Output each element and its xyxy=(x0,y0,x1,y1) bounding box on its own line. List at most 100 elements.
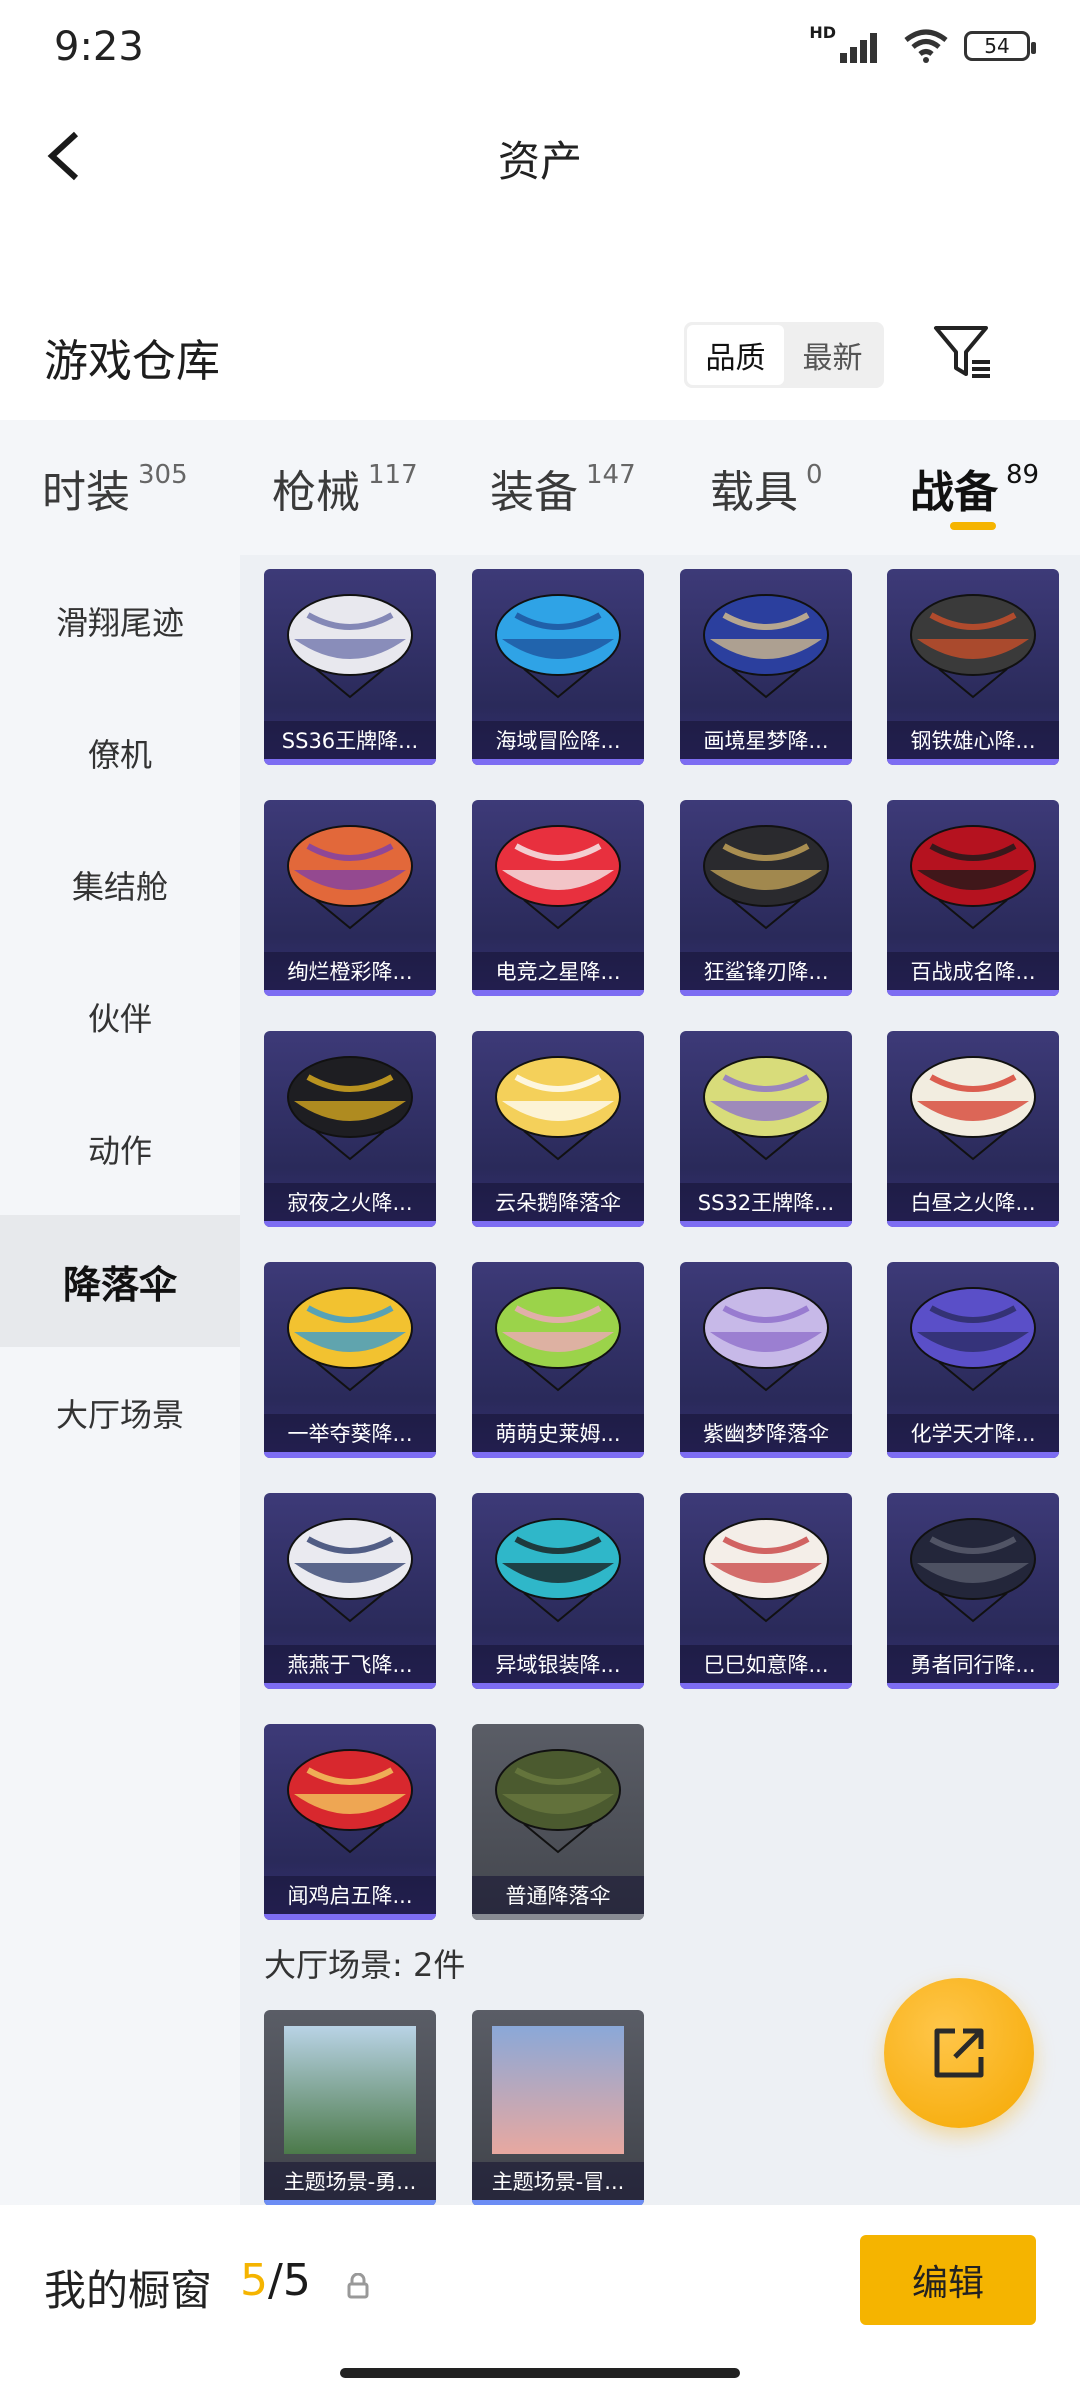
warehouse-title: 游戏仓库 xyxy=(44,336,220,387)
parachute-card[interactable]: 萌萌史莱姆... xyxy=(472,1262,644,1458)
status-icons: HD 54 xyxy=(809,23,1036,64)
tab-label: 战备 xyxy=(910,467,998,518)
side-item-lobby-scene[interactable]: 大厅场景 xyxy=(0,1347,240,1479)
parachute-image xyxy=(680,1493,852,1643)
side-item-parachute[interactable]: 降落伞 xyxy=(0,1215,240,1347)
rarity-bar xyxy=(472,1914,644,1920)
parachute-card[interactable]: 狂鲨锋刃降... xyxy=(680,800,852,996)
parachute-image xyxy=(472,800,644,950)
parachute-card[interactable]: 普通降落伞 xyxy=(472,1724,644,1920)
side-item-glide-trail[interactable]: 滑翔尾迹 xyxy=(0,555,240,687)
filter-icon[interactable] xyxy=(930,320,996,386)
parachute-image xyxy=(680,800,852,950)
parachute-image xyxy=(887,1493,1059,1643)
parachute-card[interactable]: SS32王牌降... xyxy=(680,1031,852,1227)
rarity-bar xyxy=(472,1683,644,1689)
showcase-label: 我的橱窗 xyxy=(44,2266,213,2315)
parachute-card[interactable]: SS36王牌降... xyxy=(264,569,436,765)
sort-toggle: 品质 最新 xyxy=(684,322,884,388)
sort-newest-button[interactable]: 最新 xyxy=(784,325,881,385)
scene-name: 主题场景-冒... xyxy=(472,2162,644,2200)
showcase-total-count: 5 xyxy=(282,2255,311,2306)
scene-name: 主题场景-勇... xyxy=(264,2162,436,2200)
parachute-card[interactable]: 闻鸡启五降... xyxy=(264,1724,436,1920)
share-button[interactable] xyxy=(884,1978,1034,2128)
parachute-card[interactable]: 电竞之星降... xyxy=(472,800,644,996)
hd-indicator: HD xyxy=(809,22,836,42)
battery-level: 54 xyxy=(984,34,1010,58)
parachute-image xyxy=(887,1031,1059,1181)
parachute-card[interactable]: 燕燕于飞降... xyxy=(264,1493,436,1689)
scene-card[interactable]: 主题场景-冒... xyxy=(472,2010,644,2205)
side-item-companion[interactable]: 伙伴 xyxy=(0,951,240,1083)
tab-battle-gear[interactable]: 战备 89 xyxy=(910,456,1039,520)
parachute-name: 寂夜之火降... xyxy=(264,1183,436,1221)
scene-thumbnail xyxy=(264,2010,436,2160)
rarity-bar xyxy=(887,1683,1059,1689)
sort-quality-button[interactable]: 品质 xyxy=(687,325,784,385)
share-external-icon xyxy=(934,2028,984,2078)
parachute-image xyxy=(264,800,436,950)
rarity-bar xyxy=(472,1452,644,1458)
tab-label: 枪械 xyxy=(272,467,360,518)
showcase-bar: 我的橱窗 5/5 编辑 xyxy=(0,2205,1080,2400)
parachute-name: 萌萌史莱姆... xyxy=(472,1414,644,1452)
side-item-assembly-pod[interactable]: 集结舱 xyxy=(0,819,240,951)
parachute-name: 狂鲨锋刃降... xyxy=(680,952,852,990)
parachute-image xyxy=(680,569,852,719)
tab-equipment[interactable]: 装备 147 xyxy=(490,456,636,520)
parachute-name: 白昼之火降... xyxy=(887,1183,1059,1221)
parachute-card[interactable]: 异域银装降... xyxy=(472,1493,644,1689)
parachute-name: 闻鸡启五降... xyxy=(264,1876,436,1914)
tab-guns[interactable]: 枪械 117 xyxy=(272,456,418,520)
parachute-name: SS36王牌降... xyxy=(264,721,436,759)
tab-vehicles[interactable]: 载具 0 xyxy=(710,456,823,520)
status-time: 9:23 xyxy=(54,24,144,70)
parachute-card[interactable]: 云朵鹅降落伞 xyxy=(472,1031,644,1227)
parachute-card[interactable]: 化学天才降... xyxy=(887,1262,1059,1458)
parachute-card[interactable]: 画境星梦降... xyxy=(680,569,852,765)
side-item-wingman[interactable]: 僚机 xyxy=(0,687,240,819)
rarity-bar xyxy=(887,990,1059,996)
parachute-name: 绚烂橙彩降... xyxy=(264,952,436,990)
rarity-bar xyxy=(472,759,644,765)
parachute-image xyxy=(472,569,644,719)
parachute-card[interactable]: 海域冒险降... xyxy=(472,569,644,765)
parachute-card[interactable]: 巳巳如意降... xyxy=(680,1493,852,1689)
parachute-image xyxy=(264,569,436,719)
rarity-bar xyxy=(472,990,644,996)
side-item-emote[interactable]: 动作 xyxy=(0,1083,240,1215)
parachute-card[interactable]: 寂夜之火降... xyxy=(264,1031,436,1227)
rarity-bar xyxy=(264,759,436,765)
active-tab-indicator xyxy=(950,522,996,530)
parachute-card[interactable]: 紫幽梦降落伞 xyxy=(680,1262,852,1458)
battery-icon: 54 xyxy=(964,31,1036,61)
rarity-bar xyxy=(680,990,852,996)
tab-count: 0 xyxy=(806,460,823,490)
parachute-name: 海域冒险降... xyxy=(472,721,644,759)
scene-section-title: 大厅场景: 2件 xyxy=(264,1946,466,1984)
rarity-bar xyxy=(680,759,852,765)
app-header: 资产 xyxy=(0,100,1080,210)
parachute-name: 勇者同行降... xyxy=(887,1645,1059,1683)
parachute-card[interactable]: 白昼之火降... xyxy=(887,1031,1059,1227)
parachute-image xyxy=(472,1031,644,1181)
parachute-card[interactable]: 百战成名降... xyxy=(887,800,1059,996)
showcase-current-count: 5 xyxy=(240,2255,268,2306)
side-nav: 滑翔尾迹 僚机 集结舱 伙伴 动作 降落伞 大厅场景 xyxy=(0,555,240,2205)
parachute-image xyxy=(264,1031,436,1181)
parachute-card[interactable]: 一举夺葵降... xyxy=(264,1262,436,1458)
rarity-bar xyxy=(887,1452,1059,1458)
parachute-image xyxy=(680,1262,852,1412)
edit-button[interactable]: 编辑 xyxy=(860,2235,1036,2325)
parachute-card[interactable]: 勇者同行降... xyxy=(887,1493,1059,1689)
parachute-name: 化学天才降... xyxy=(887,1414,1059,1452)
parachute-name: 燕燕于飞降... xyxy=(264,1645,436,1683)
parachute-card[interactable]: 钢铁雄心降... xyxy=(887,569,1059,765)
parachute-card[interactable]: 绚烂橙彩降... xyxy=(264,800,436,996)
rarity-bar xyxy=(887,1221,1059,1227)
tab-fashion[interactable]: 时装 305 xyxy=(42,456,188,520)
scene-card[interactable]: 主题场景-勇... xyxy=(264,2010,436,2205)
parachute-name: 异域银装降... xyxy=(472,1645,644,1683)
rarity-bar xyxy=(472,1221,644,1227)
